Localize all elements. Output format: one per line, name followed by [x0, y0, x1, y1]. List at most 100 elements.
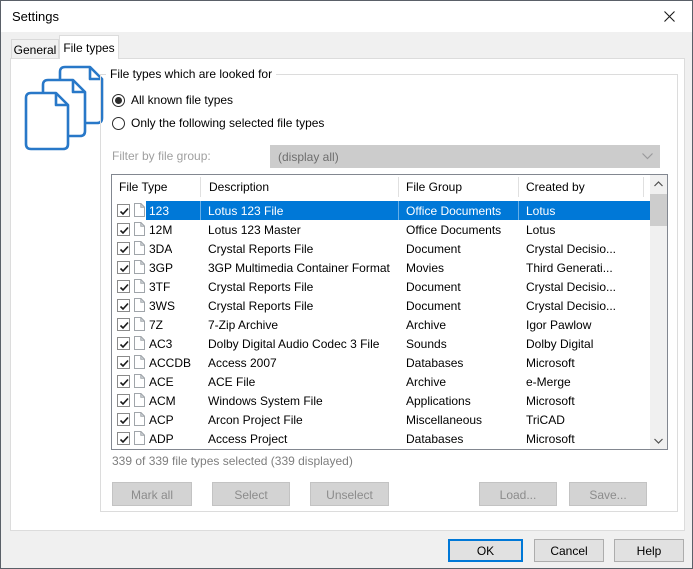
cell-file-group: Document: [406, 299, 516, 313]
row-checkbox[interactable]: [117, 375, 130, 388]
scrollbar-up-button[interactable]: [650, 175, 667, 192]
cell-created-by: Dolby Digital: [526, 337, 648, 351]
file-icon: [134, 222, 145, 236]
cell-created-by: Lotus: [526, 204, 648, 218]
table-row[interactable]: 12MLotus 123 MasterOffice DocumentsLotus: [112, 220, 650, 239]
cell-description: ACE File: [208, 375, 394, 389]
scrollbar-thumb[interactable]: [650, 194, 667, 226]
checkmark-icon: [118, 414, 131, 427]
cell-description: Arcon Project File: [208, 413, 394, 427]
table-row[interactable]: 3DACrystal Reports FileDocumentCrystal D…: [112, 239, 650, 258]
cell-description: Access 2007: [208, 356, 394, 370]
file-icon: [134, 412, 145, 426]
select-button[interactable]: Select: [212, 482, 290, 506]
load-button[interactable]: Load...: [479, 482, 557, 506]
filter-by-file-group-label: Filter by file group:: [112, 149, 211, 163]
column-divider[interactable]: [643, 177, 644, 197]
cell-description: Dolby Digital Audio Codec 3 File: [208, 337, 394, 351]
file-group-combobox[interactable]: (display all): [270, 145, 660, 168]
table-row[interactable]: 7Z7-Zip ArchiveArchiveIgor Pawlow: [112, 315, 650, 334]
vertical-scrollbar[interactable]: [650, 175, 667, 449]
selection-status-text: 339 of 339 file types selected (339 disp…: [112, 454, 353, 468]
row-checkbox[interactable]: [117, 432, 130, 445]
cell-created-by: Third Generati...: [526, 261, 648, 275]
tab-file-types[interactable]: File types: [59, 35, 119, 59]
row-checkbox[interactable]: [117, 242, 130, 255]
column-divider[interactable]: [398, 177, 399, 197]
settings-dialog: Settings General File types: [0, 0, 693, 569]
table-row[interactable]: ACCDBAccess 2007DatabasesMicrosoft: [112, 353, 650, 372]
tab-general[interactable]: General: [11, 39, 59, 59]
cell-file-type: ACCDB: [149, 356, 191, 370]
table-row[interactable]: ACEACE FileArchivee-Merge: [112, 372, 650, 391]
cell-file-type: 123: [149, 204, 169, 218]
cell-description: Crystal Reports File: [208, 280, 394, 294]
help-button[interactable]: Help: [614, 539, 684, 562]
column-divider[interactable]: [518, 177, 519, 197]
row-checkbox[interactable]: [117, 280, 130, 293]
cell-created-by: Igor Pawlow: [526, 318, 648, 332]
cell-created-by: Crystal Decisio...: [526, 242, 648, 256]
mark-all-button[interactable]: Mark all: [112, 482, 192, 506]
cell-file-type: 7Z: [149, 318, 163, 332]
checkmark-icon: [118, 224, 131, 237]
column-header-file-type[interactable]: File Type: [119, 180, 167, 194]
table-row[interactable]: ACMWindows System FileApplicationsMicros…: [112, 391, 650, 410]
file-types-list: File Type Description File Group Created…: [111, 174, 668, 450]
row-checkbox[interactable]: [117, 413, 130, 426]
file-icon: [134, 317, 145, 331]
cell-file-group: Sounds: [406, 337, 516, 351]
chevron-down-icon: [654, 438, 663, 444]
cell-created-by: Lotus: [526, 223, 648, 237]
cell-file-group: Archive: [406, 375, 516, 389]
cell-file-group: Databases: [406, 356, 516, 370]
row-checkbox[interactable]: [117, 337, 130, 350]
row-checkbox[interactable]: [117, 356, 130, 369]
row-checkbox[interactable]: [117, 318, 130, 331]
row-checkbox[interactable]: [117, 299, 130, 312]
table-row[interactable]: ADPAccess ProjectDatabasesMicrosoft: [112, 429, 650, 448]
save-button[interactable]: Save...: [569, 482, 647, 506]
column-header-created-by[interactable]: Created by: [526, 180, 585, 194]
column-divider[interactable]: [200, 177, 201, 197]
radio-button-icon: [112, 94, 125, 107]
radio-only-selected-file-types[interactable]: Only the following selected file types: [112, 116, 324, 130]
checkmark-icon: [118, 243, 131, 256]
table-row[interactable]: 3GP3GP Multimedia Container FormatMovies…: [112, 258, 650, 277]
row-checkbox[interactable]: [117, 223, 130, 236]
cancel-button[interactable]: Cancel: [534, 539, 604, 562]
file-types-tab-panel: File types which are looked for All know…: [10, 58, 685, 531]
row-checkbox[interactable]: [117, 394, 130, 407]
file-types-stack-icon: [24, 65, 106, 157]
table-row[interactable]: 3WSCrystal Reports FileDocumentCrystal D…: [112, 296, 650, 315]
cell-description: Access Project: [208, 432, 394, 446]
row-checkbox[interactable]: [117, 261, 130, 274]
column-divider: [518, 201, 519, 220]
ok-button[interactable]: OK: [448, 539, 523, 562]
radio-all-known-file-types[interactable]: All known file types: [112, 93, 233, 107]
unselect-button[interactable]: Unselect: [310, 482, 389, 506]
checkmark-icon: [118, 433, 131, 446]
radio-label: All known file types: [131, 93, 233, 107]
table-row[interactable]: ACPArcon Project FileMiscellaneousTriCAD: [112, 410, 650, 429]
cell-file-group: Office Documents: [406, 223, 516, 237]
column-header-description[interactable]: Description: [209, 180, 269, 194]
radio-label: Only the following selected file types: [131, 116, 324, 130]
scrollbar-down-button[interactable]: [650, 432, 667, 449]
column-header-file-group[interactable]: File Group: [406, 180, 462, 194]
checkmark-icon: [118, 262, 131, 275]
cell-description: Crystal Reports File: [208, 299, 394, 313]
checkmark-icon: [118, 338, 131, 351]
table-row[interactable]: AC3Dolby Digital Audio Codec 3 FileSound…: [112, 334, 650, 353]
cell-file-type: 3WS: [149, 299, 175, 313]
cell-created-by: TriCAD: [526, 413, 648, 427]
cell-file-group: Miscellaneous: [406, 413, 516, 427]
table-row[interactable]: 3TFCrystal Reports FileDocumentCrystal D…: [112, 277, 650, 296]
title-bar: Settings: [1, 1, 692, 32]
checkmark-icon: [118, 357, 131, 370]
close-button[interactable]: [646, 1, 692, 32]
table-row[interactable]: 123Lotus 123 FileOffice DocumentsLotus: [112, 201, 650, 220]
chevron-down-icon: [642, 153, 653, 160]
row-checkbox[interactable]: [117, 204, 130, 217]
checkmark-icon: [118, 205, 131, 218]
